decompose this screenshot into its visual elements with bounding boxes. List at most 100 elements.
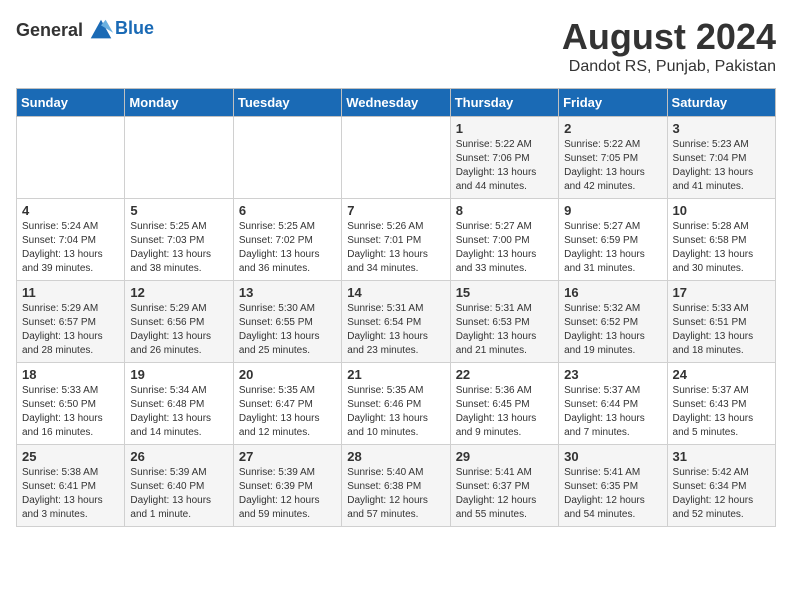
day-number: 5	[130, 203, 227, 218]
cell-info: Sunrise: 5:34 AM Sunset: 6:48 PM Dayligh…	[130, 384, 227, 440]
cell-info: Sunrise: 5:41 AM Sunset: 6:37 PM Dayligh…	[456, 466, 553, 522]
week-row-5: 25 Sunrise: 5:38 AM Sunset: 6:41 PM Dayli…	[17, 445, 776, 527]
calendar-cell	[342, 117, 450, 199]
cell-info: Sunrise: 5:27 AM Sunset: 6:59 PM Dayligh…	[564, 220, 661, 276]
calendar-cell: 24 Sunrise: 5:37 AM Sunset: 6:43 PM Dayli…	[667, 363, 775, 445]
day-number: 18	[22, 367, 119, 382]
day-header-sunday: Sunday	[17, 89, 125, 117]
day-number: 12	[130, 285, 227, 300]
day-number: 13	[239, 285, 336, 300]
cell-info: Sunrise: 5:42 AM Sunset: 6:34 PM Dayligh…	[673, 466, 770, 522]
day-number: 1	[456, 121, 553, 136]
calendar-cell: 1 Sunrise: 5:22 AM Sunset: 7:06 PM Daylig…	[450, 117, 558, 199]
cell-info: Sunrise: 5:22 AM Sunset: 7:05 PM Dayligh…	[564, 138, 661, 194]
calendar-cell: 31Sunrise: 5:42 AM Sunset: 6:34 PM Dayli…	[667, 445, 775, 527]
week-row-3: 11 Sunrise: 5:29 AM Sunset: 6:57 PM Dayli…	[17, 281, 776, 363]
cell-info: Sunrise: 5:29 AM Sunset: 6:57 PM Dayligh…	[22, 302, 119, 358]
day-number: 6	[239, 203, 336, 218]
day-number: 8	[456, 203, 553, 218]
calendar-cell: 11 Sunrise: 5:29 AM Sunset: 6:57 PM Dayli…	[17, 281, 125, 363]
calendar-cell: 5Sunrise: 5:25 AM Sunset: 7:03 PM Daylig…	[125, 199, 233, 281]
day-number: 30	[564, 449, 661, 464]
day-number: 10	[673, 203, 770, 218]
calendar-table: SundayMondayTuesdayWednesdayThursdayFrid…	[16, 88, 776, 527]
cell-info: Sunrise: 5:31 AM Sunset: 6:54 PM Dayligh…	[347, 302, 444, 358]
title-section: August 2024 Dandot RS, Punjab, Pakistan	[562, 16, 776, 76]
day-number: 7	[347, 203, 444, 218]
cell-info: Sunrise: 5:37 AM Sunset: 6:44 PM Dayligh…	[564, 384, 661, 440]
day-header-friday: Friday	[559, 89, 667, 117]
cell-info: Sunrise: 5:25 AM Sunset: 7:02 PM Dayligh…	[239, 220, 336, 276]
calendar-cell	[17, 117, 125, 199]
cell-info: Sunrise: 5:26 AM Sunset: 7:01 PM Dayligh…	[347, 220, 444, 276]
page-header: General Blue August 2024 Dandot RS, Punj…	[16, 16, 776, 76]
cell-info: Sunrise: 5:24 AM Sunset: 7:04 PM Dayligh…	[22, 220, 119, 276]
day-header-thursday: Thursday	[450, 89, 558, 117]
calendar-cell: 19 Sunrise: 5:34 AM Sunset: 6:48 PM Dayli…	[125, 363, 233, 445]
week-row-2: 4 Sunrise: 5:24 AM Sunset: 7:04 PM Daylig…	[17, 199, 776, 281]
day-header-monday: Monday	[125, 89, 233, 117]
day-number: 3	[673, 121, 770, 136]
calendar-cell: 15Sunrise: 5:31 AM Sunset: 6:53 PM Dayli…	[450, 281, 558, 363]
calendar-cell: 28Sunrise: 5:40 AM Sunset: 6:38 PM Dayli…	[342, 445, 450, 527]
day-number: 25	[22, 449, 119, 464]
day-header-wednesday: Wednesday	[342, 89, 450, 117]
day-number: 19	[130, 367, 227, 382]
day-number: 17	[673, 285, 770, 300]
day-number: 9	[564, 203, 661, 218]
day-number: 23	[564, 367, 661, 382]
cell-info: Sunrise: 5:35 AM Sunset: 6:47 PM Dayligh…	[239, 384, 336, 440]
calendar-cell: 10 Sunrise: 5:28 AM Sunset: 6:58 PM Dayli…	[667, 199, 775, 281]
day-number: 29	[456, 449, 553, 464]
cell-info: Sunrise: 5:28 AM Sunset: 6:58 PM Dayligh…	[673, 220, 770, 276]
cell-info: Sunrise: 5:23 AM Sunset: 7:04 PM Dayligh…	[673, 138, 770, 194]
day-number: 27	[239, 449, 336, 464]
day-number: 16	[564, 285, 661, 300]
cell-info: Sunrise: 5:22 AM Sunset: 7:06 PM Dayligh…	[456, 138, 553, 194]
cell-info: Sunrise: 5:38 AM Sunset: 6:41 PM Dayligh…	[22, 466, 119, 522]
cell-info: Sunrise: 5:33 AM Sunset: 6:50 PM Dayligh…	[22, 384, 119, 440]
day-header-saturday: Saturday	[667, 89, 775, 117]
calendar-cell	[125, 117, 233, 199]
day-number: 20	[239, 367, 336, 382]
cell-info: Sunrise: 5:36 AM Sunset: 6:45 PM Dayligh…	[456, 384, 553, 440]
calendar-cell: 4 Sunrise: 5:24 AM Sunset: 7:04 PM Daylig…	[17, 199, 125, 281]
logo: General Blue	[16, 16, 154, 44]
calendar-cell: 22 Sunrise: 5:36 AM Sunset: 6:45 PM Dayli…	[450, 363, 558, 445]
calendar-cell: 21Sunrise: 5:35 AM Sunset: 6:46 PM Dayli…	[342, 363, 450, 445]
cell-info: Sunrise: 5:30 AM Sunset: 6:55 PM Dayligh…	[239, 302, 336, 358]
cell-info: Sunrise: 5:33 AM Sunset: 6:51 PM Dayligh…	[673, 302, 770, 358]
cell-info: Sunrise: 5:35 AM Sunset: 6:46 PM Dayligh…	[347, 384, 444, 440]
day-header-tuesday: Tuesday	[233, 89, 341, 117]
cell-info: Sunrise: 5:37 AM Sunset: 6:43 PM Dayligh…	[673, 384, 770, 440]
cell-info: Sunrise: 5:29 AM Sunset: 6:56 PM Dayligh…	[130, 302, 227, 358]
cell-info: Sunrise: 5:39 AM Sunset: 6:40 PM Dayligh…	[130, 466, 227, 522]
day-number: 4	[22, 203, 119, 218]
day-number: 28	[347, 449, 444, 464]
day-number: 2	[564, 121, 661, 136]
calendar-cell: 26 Sunrise: 5:39 AM Sunset: 6:40 PM Dayli…	[125, 445, 233, 527]
calendar-cell: 27Sunrise: 5:39 AM Sunset: 6:39 PM Dayli…	[233, 445, 341, 527]
logo-blue: Blue	[115, 18, 154, 39]
calendar-cell: 25 Sunrise: 5:38 AM Sunset: 6:41 PM Dayli…	[17, 445, 125, 527]
day-number: 22	[456, 367, 553, 382]
calendar-cell: 6 Sunrise: 5:25 AM Sunset: 7:02 PM Daylig…	[233, 199, 341, 281]
cell-info: Sunrise: 5:27 AM Sunset: 7:00 PM Dayligh…	[456, 220, 553, 276]
day-number: 26	[130, 449, 227, 464]
calendar-cell: 12 Sunrise: 5:29 AM Sunset: 6:56 PM Dayli…	[125, 281, 233, 363]
calendar-cell: 8 Sunrise: 5:27 AM Sunset: 7:00 PM Daylig…	[450, 199, 558, 281]
calendar-cell: 23 Sunrise: 5:37 AM Sunset: 6:44 PM Dayli…	[559, 363, 667, 445]
header-row: SundayMondayTuesdayWednesdayThursdayFrid…	[17, 89, 776, 117]
calendar-cell: 13 Sunrise: 5:30 AM Sunset: 6:55 PM Dayli…	[233, 281, 341, 363]
calendar-cell: 18 Sunrise: 5:33 AM Sunset: 6:50 PM Dayli…	[17, 363, 125, 445]
cell-info: Sunrise: 5:41 AM Sunset: 6:35 PM Dayligh…	[564, 466, 661, 522]
calendar-cell: 16Sunrise: 5:32 AM Sunset: 6:52 PM Dayli…	[559, 281, 667, 363]
calendar-cell: 29 Sunrise: 5:41 AM Sunset: 6:37 PM Dayli…	[450, 445, 558, 527]
day-number: 11	[22, 285, 119, 300]
week-row-4: 18 Sunrise: 5:33 AM Sunset: 6:50 PM Dayli…	[17, 363, 776, 445]
month-year: August 2024	[562, 16, 776, 58]
day-number: 24	[673, 367, 770, 382]
logo-icon	[87, 16, 115, 44]
day-number: 14	[347, 285, 444, 300]
week-row-1: 1 Sunrise: 5:22 AM Sunset: 7:06 PM Daylig…	[17, 117, 776, 199]
